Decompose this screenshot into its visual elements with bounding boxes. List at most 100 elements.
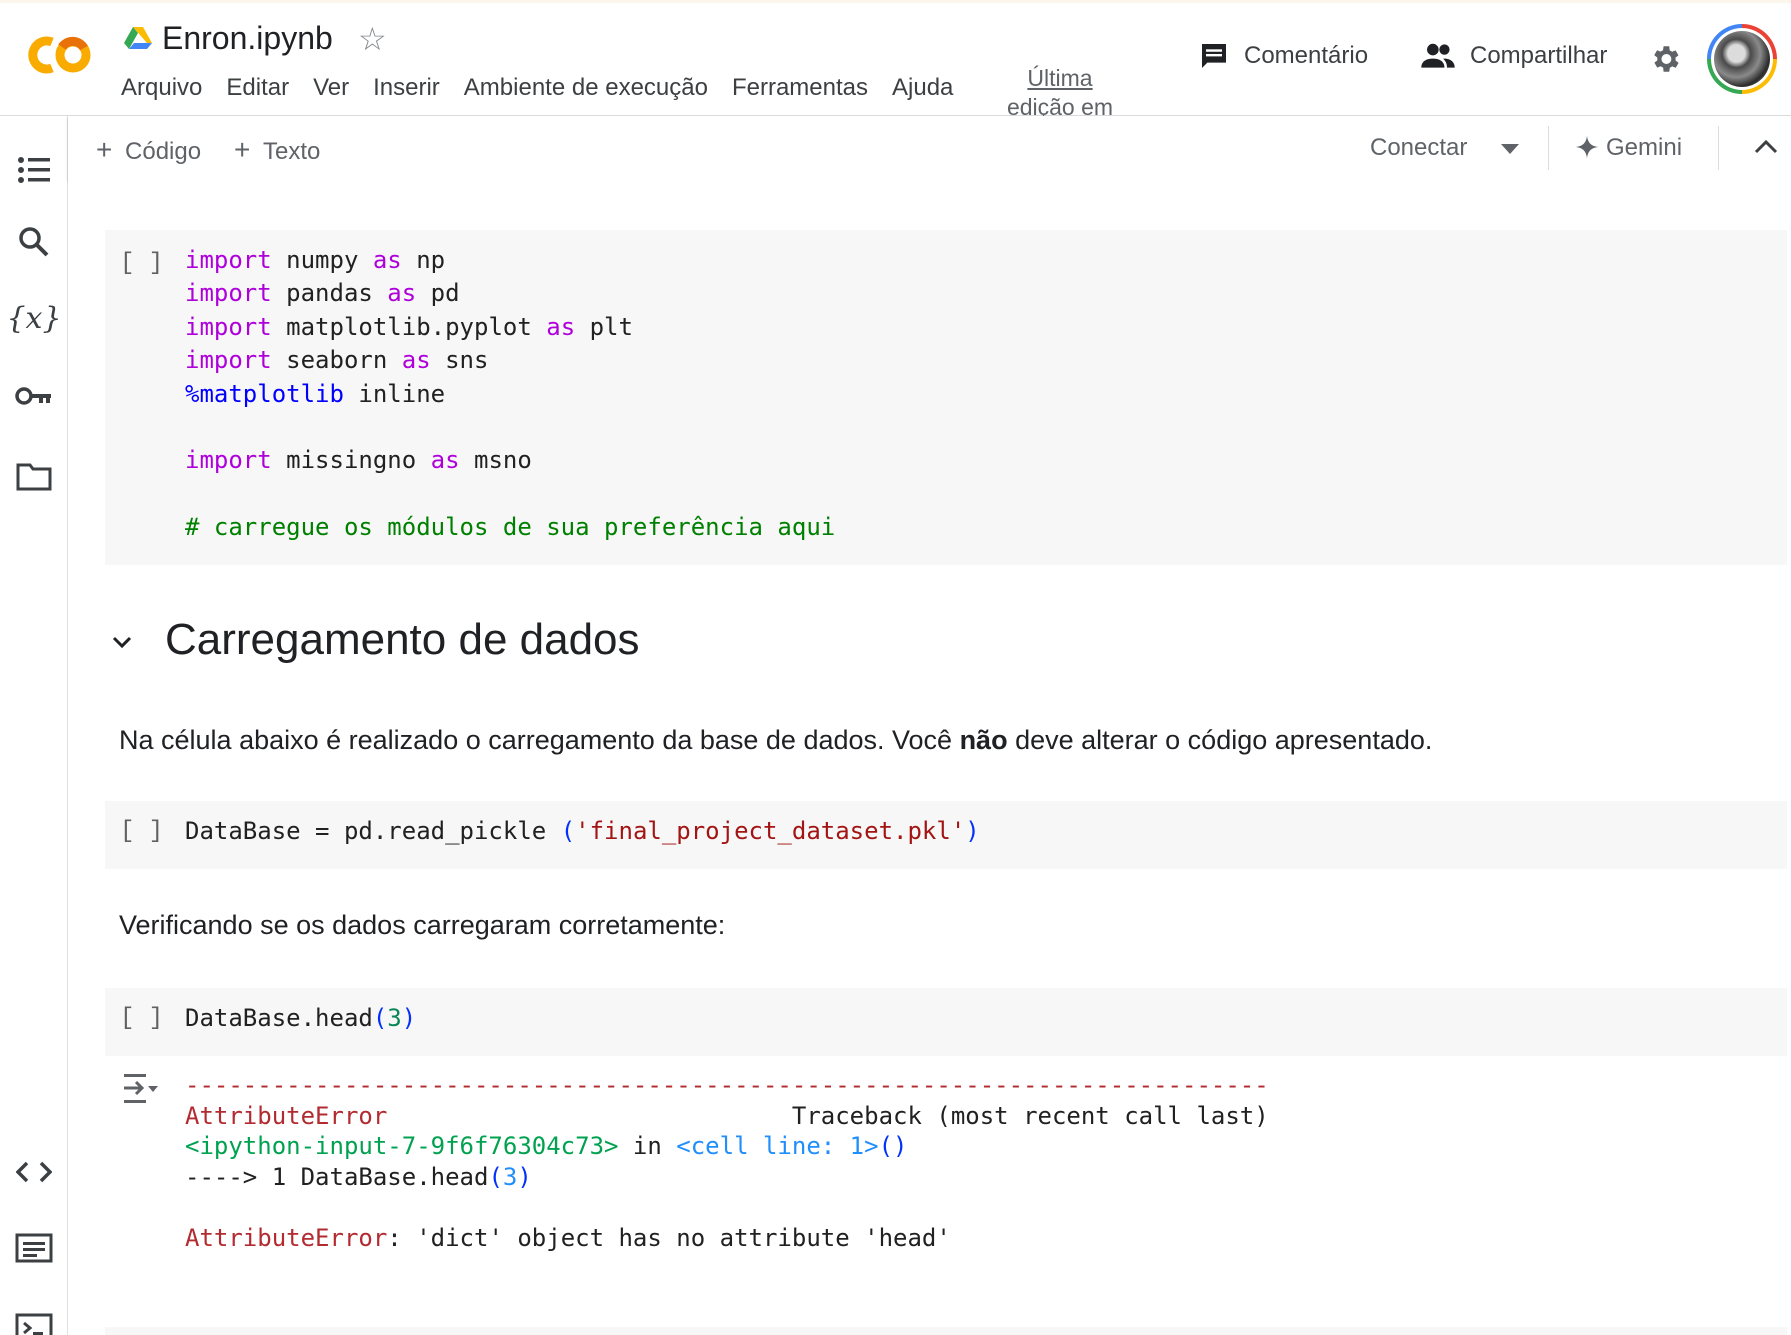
menu-ambiente-execucao[interactable]: Ambiente de execução [464, 74, 708, 102]
gemini-button[interactable]: Gemini [1576, 134, 1682, 162]
settings-gear-icon[interactable] [1648, 42, 1682, 76]
menu-bar: Arquivo Editar Ver Inserir Ambiente de e… [121, 74, 977, 102]
code-snippets-icon[interactable] [12, 1150, 56, 1194]
code-token: ( [560, 817, 576, 845]
collapse-chevron-up-icon[interactable] [1754, 138, 1778, 156]
top-strip [0, 0, 1791, 3]
share-label: Compartilhar [1470, 42, 1608, 69]
code-token: numpy [271, 246, 373, 274]
star-icon[interactable]: ☆ [358, 20, 387, 58]
add-code-button[interactable]: + Código [96, 134, 201, 166]
code-token: matplotlib.pyplot [271, 312, 547, 341]
menu-ver[interactable]: Ver [313, 74, 349, 102]
last-edit-line1: Última [1027, 65, 1093, 91]
code-token: missingno [271, 446, 431, 475]
output-text: () [878, 1132, 908, 1160]
md-text: Verificando se os dados carregaram corre… [119, 910, 726, 940]
gemini-sparkle-icon [1576, 136, 1598, 158]
gemini-label: Gemini [1606, 134, 1683, 161]
code-token: as [401, 346, 431, 375]
colab-logo-icon[interactable] [22, 30, 94, 80]
output-error-name: AttributeError [185, 1101, 388, 1130]
output-text: ) [517, 1162, 532, 1191]
menu-inserir[interactable]: Inserir [373, 74, 440, 102]
last-edit-link[interactable]: Última edição em [1000, 64, 1120, 122]
app-header: Enron.ipynb ☆ Arquivo Editar Ver Inserir… [0, 0, 1791, 120]
output-text: 3 [502, 1162, 518, 1191]
share-button[interactable]: Compartilhar [1420, 40, 1607, 72]
output-arrow-line: ----> 1 DataBase.head [185, 1162, 489, 1191]
left-sidebar: {x} [0, 116, 68, 1335]
code-editor[interactable]: DataBase.head(3) [185, 1002, 416, 1035]
connect-button[interactable]: Conectar [1370, 134, 1467, 162]
code-token: inline [343, 379, 446, 408]
code-token: import [185, 346, 272, 375]
md-bold-text: não [959, 725, 1008, 755]
code-token: pd [416, 279, 460, 308]
code-token: as [387, 279, 417, 308]
user-avatar[interactable] [1707, 24, 1777, 94]
code-token: seaborn [271, 346, 402, 375]
plus-icon: + [96, 134, 113, 165]
toolbar-divider [1718, 126, 1719, 170]
md-text: Na célula abaixo é realizado o carregame… [119, 725, 960, 755]
connect-dropdown-icon[interactable] [1500, 142, 1520, 156]
code-token: as [430, 446, 460, 475]
code-token: DataBase.head [185, 1004, 373, 1032]
files-folder-icon[interactable] [12, 454, 56, 498]
notebook-toolbar: + Código + Texto Conectar Gemini [68, 116, 1791, 180]
add-code-label: Código [125, 138, 202, 165]
code-cell-imports[interactable]: [ ] import numpy as np import pandas as … [105, 230, 1787, 565]
command-palette-icon[interactable] [12, 1226, 56, 1270]
output-final-error-name: AttributeError [185, 1223, 388, 1252]
comment-label: Comentário [1244, 42, 1369, 69]
output-text: in [618, 1132, 677, 1160]
code-token: ) [401, 1004, 417, 1032]
code-number: 3 [387, 1004, 402, 1032]
terminal-icon[interactable] [12, 1306, 56, 1335]
code-token: as [372, 246, 402, 274]
output-traceback-label: Traceback (most recent call last) [791, 1101, 1269, 1130]
add-text-label: Texto [263, 138, 321, 165]
code-token: import [185, 446, 272, 475]
menu-ajuda[interactable]: Ajuda [892, 74, 953, 102]
output-input-ref: <ipython-input-7-9f6f76304c73> [185, 1132, 619, 1160]
menu-ferramentas[interactable]: Ferramentas [732, 74, 868, 102]
section-collapse-chevron-icon[interactable] [110, 630, 134, 654]
code-token: import [185, 312, 272, 341]
code-cell-load-data[interactable]: [ ] DataBase = pd.read_pickle ('final_pr… [105, 801, 1787, 869]
comment-icon [1202, 44, 1226, 68]
code-editor[interactable]: import numpy as np import pandas as pd i… [185, 244, 835, 545]
table-of-contents-icon[interactable] [12, 148, 56, 192]
search-icon[interactable] [12, 220, 56, 264]
code-token: DataBase = pd.read_pickle [185, 817, 561, 845]
code-token: np [401, 246, 446, 274]
drive-icon [124, 27, 152, 49]
menu-editar[interactable]: Editar [226, 74, 289, 102]
menu-arquivo[interactable]: Arquivo [121, 74, 202, 102]
notebook-title[interactable]: Enron.ipynb [162, 20, 333, 57]
run-cell-button[interactable]: [ ] [120, 250, 163, 277]
notebook-content: [ ] import numpy as np import pandas as … [68, 180, 1791, 1335]
code-token: pandas [271, 279, 388, 308]
code-string: 'final_project_dataset.pkl' [575, 817, 966, 845]
code-editor[interactable]: DataBase = pd.read_pickle ('final_projec… [185, 815, 980, 848]
code-comment: # carregue os módulos de sua preferência… [185, 513, 836, 542]
code-cell-head[interactable]: [ ] DataBase.head(3) [105, 988, 1787, 1056]
code-token: import [185, 279, 272, 308]
comment-button[interactable]: Comentário [1198, 40, 1368, 72]
output-cell-line-link[interactable]: <cell line: 1> [676, 1132, 878, 1160]
secrets-key-icon[interactable] [12, 374, 56, 418]
output-actions-icon[interactable] [122, 1072, 160, 1106]
markdown-text-cell[interactable]: Verificando se os dados carregaram corre… [119, 910, 725, 941]
run-cell-button[interactable]: [ ] [120, 818, 163, 845]
code-token: msno [459, 446, 532, 475]
avatar-image [1714, 31, 1770, 87]
code-token: %matplotlib [185, 379, 344, 408]
people-icon [1421, 43, 1455, 68]
variables-icon[interactable]: {x} [6, 296, 61, 340]
add-text-button[interactable]: + Texto [234, 134, 320, 166]
code-token: plt [575, 312, 633, 341]
run-cell-button[interactable]: [ ] [120, 1005, 163, 1032]
markdown-text-cell[interactable]: Na célula abaixo é realizado o carregame… [119, 725, 1432, 756]
